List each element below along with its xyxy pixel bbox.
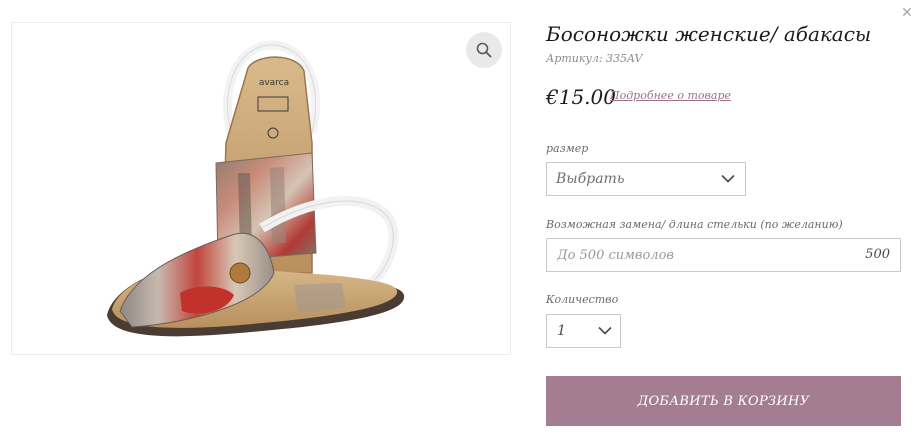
chevron-down-icon — [598, 326, 612, 335]
quantity-select-value: 1 — [557, 323, 566, 339]
size-label: размер — [546, 142, 589, 155]
quantity-label: Количество — [546, 293, 619, 306]
replacement-input[interactable] — [547, 239, 847, 271]
replacement-field[interactable]: 500 — [546, 238, 901, 272]
quantity-select[interactable]: 1 — [546, 314, 621, 348]
close-icon[interactable]: ✕ — [899, 5, 915, 21]
size-select-value: Выбрать — [556, 171, 625, 187]
product-title: Босоножки женские/ абакасы — [546, 22, 872, 46]
svg-text:avarca: avarca — [259, 78, 289, 88]
product-sku: Артикул: 335AV — [546, 52, 642, 65]
magnifier-icon — [476, 42, 492, 58]
zoom-button[interactable] — [466, 32, 502, 68]
product-price: €15.00 — [546, 85, 616, 109]
size-select[interactable]: Выбрать — [546, 162, 746, 196]
product-image: avarca — [107, 40, 405, 337]
character-counter: 500 — [865, 247, 890, 262]
sku-value: 335AV — [606, 52, 643, 65]
product-details-link[interactable]: Подробнее о товаре — [610, 89, 731, 102]
replacement-label: Возможная замена/ длина стельки (по жела… — [546, 218, 843, 231]
chevron-down-icon — [721, 174, 735, 183]
add-to-cart-button[interactable]: ДОБАВИТЬ В КОРЗИНУ — [546, 376, 901, 426]
product-image-frame: avarca — [11, 22, 511, 355]
sku-label: Артикул: — [546, 52, 603, 65]
